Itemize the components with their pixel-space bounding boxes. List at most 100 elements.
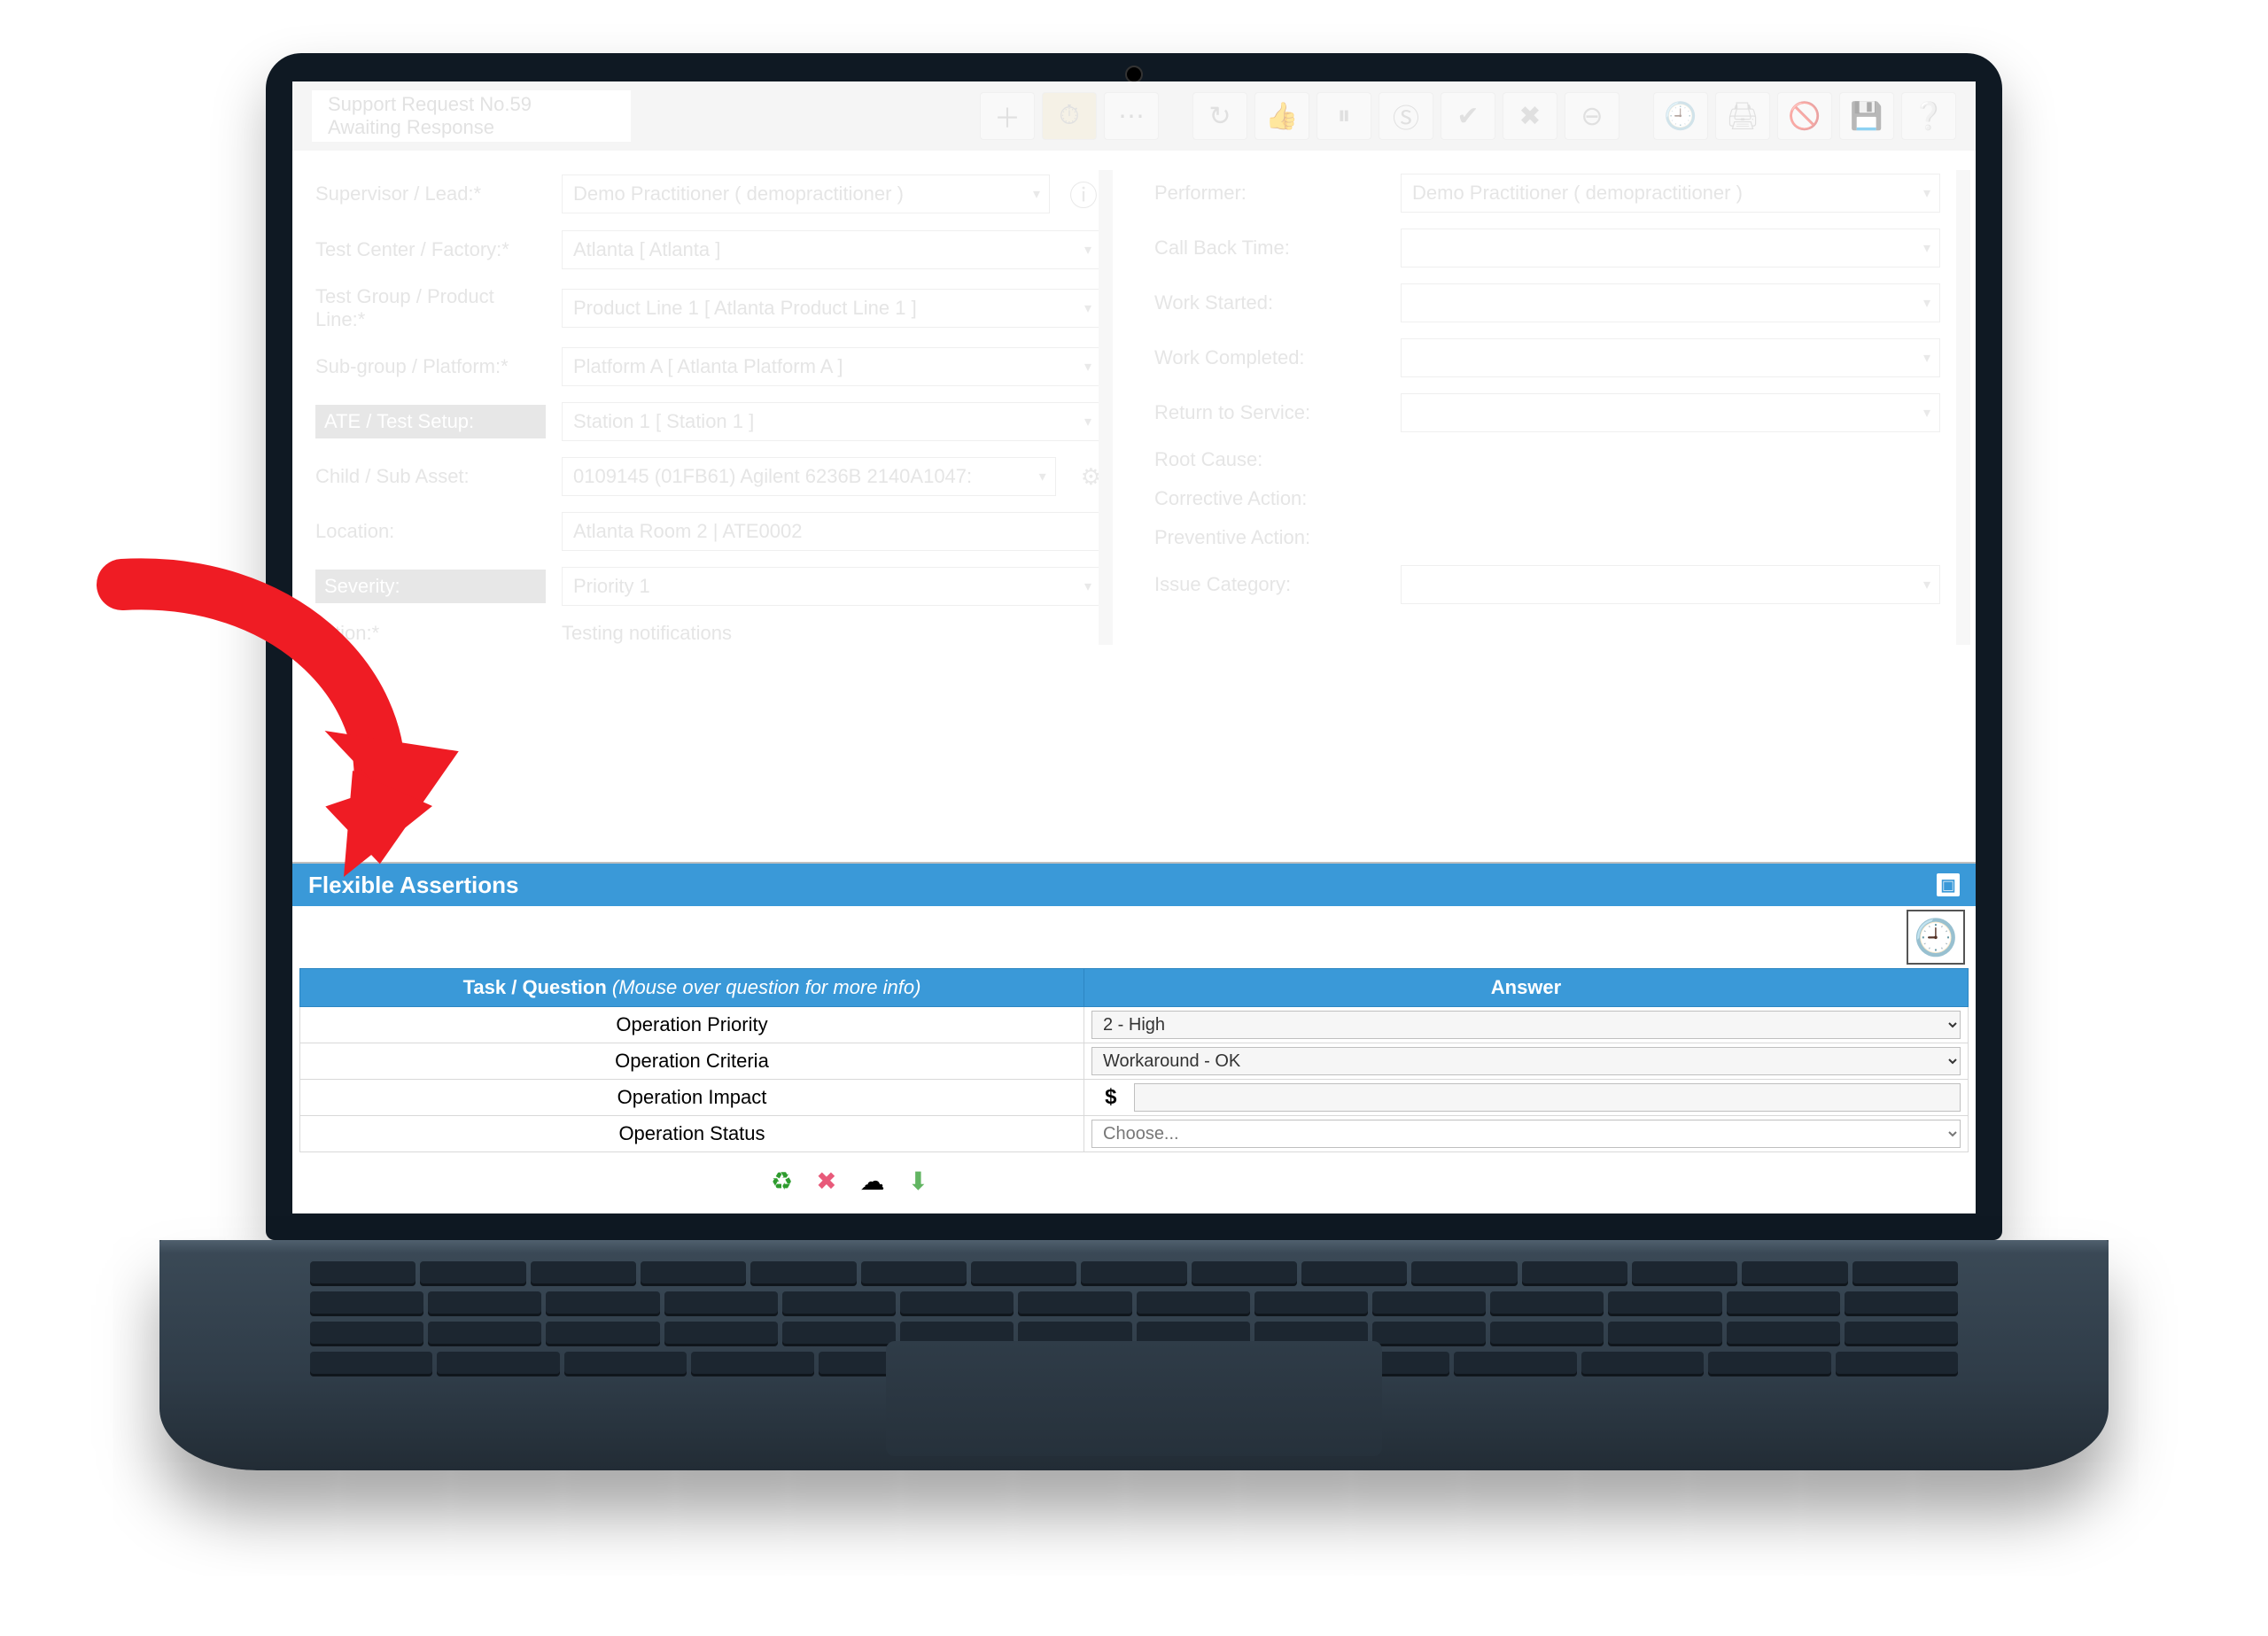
action-upload-icon[interactable]: ☁	[860, 1167, 885, 1196]
field-input[interactable]: Product Line 1 [ Atlanta Product Line 1 …	[562, 289, 1101, 328]
table-row: Operation CriteriaWorkaround - OK	[300, 1043, 1969, 1080]
field-input[interactable]: Station 1 [ Station 1 ]	[562, 402, 1101, 441]
thumbsup-icon[interactable]: 👍	[1254, 92, 1309, 140]
keyboard-key	[1742, 1261, 1847, 1286]
laptop-mockup: Support Request No.59 Awaiting Response …	[266, 53, 2002, 1470]
panel-actions: ♻ ✖ ☁ ⬇	[292, 1152, 1976, 1213]
left-row-5: Child / Sub Asset: 0109145 (01FB61) Agile…	[315, 457, 1101, 496]
help-icon[interactable]: ❔	[1901, 92, 1956, 140]
table-row: Operation Priority2 - High	[300, 1007, 1969, 1043]
field-input[interactable]: Platform A [ Atlanta Platform A ]	[562, 347, 1101, 386]
save-icon[interactable]: 💾	[1839, 92, 1894, 140]
app-screen: Support Request No.59 Awaiting Response …	[292, 81, 1976, 1213]
answer-select[interactable]: Choose...	[1091, 1120, 1961, 1148]
field-label: Location:	[315, 520, 546, 543]
field-input[interactable]: Demo Practitioner ( demopractitioner )	[1401, 174, 1940, 213]
panel-header: Flexible Assertions ▣	[292, 864, 1976, 906]
form-area: Supervisor / Lead:* Demo Practitioner ( d…	[292, 151, 1976, 645]
field-input[interactable]	[1401, 338, 1940, 377]
history-button[interactable]: 🕘	[1907, 910, 1965, 965]
field-label: Child / Sub Asset:	[315, 465, 546, 488]
right-column: Performer: Demo Practitioner ( demopracti…	[1154, 174, 1940, 645]
left-row-8: …tion:*Testing notifications	[315, 622, 1101, 645]
action-download-icon[interactable]: ⬇	[908, 1167, 928, 1196]
action-delete-icon[interactable]: ✖	[816, 1167, 836, 1196]
keyboard-key	[1852, 1261, 1958, 1286]
right-row-6: Corrective Action:	[1154, 487, 1940, 510]
field-input[interactable]	[1401, 565, 1940, 604]
minus-icon[interactable]: ⊖	[1565, 92, 1619, 140]
info-icon[interactable]: ⓘ	[1066, 174, 1101, 214]
more-icon[interactable]: ⋯	[1104, 92, 1159, 140]
field-label: Supervisor / Lead:*	[315, 182, 546, 205]
block-icon[interactable]: 🚫	[1777, 92, 1832, 140]
field-input[interactable]	[1401, 283, 1940, 322]
keyboard-key	[437, 1352, 559, 1376]
keyboard-key	[1845, 1322, 1958, 1346]
keyboard-key	[1581, 1352, 1704, 1376]
keyboard-key	[1372, 1322, 1486, 1346]
print-icon[interactable]: 🖨	[1715, 92, 1770, 140]
field-input[interactable]: Atlanta Room 2 | ATE0002	[562, 512, 1101, 551]
field-label: Corrective Action:	[1154, 487, 1385, 510]
field-input[interactable]: Priority 1	[562, 567, 1101, 606]
keyboard-key	[641, 1261, 746, 1286]
keyboard-key	[420, 1261, 525, 1286]
keyboard-key	[782, 1322, 896, 1346]
keyboard-key	[1845, 1291, 1958, 1316]
right-row-1: Call Back Time:	[1154, 229, 1940, 267]
money-input[interactable]	[1134, 1083, 1961, 1112]
keyboard-key	[310, 1352, 432, 1376]
field-label: Work Started:	[1154, 291, 1385, 314]
keyboard-key	[1836, 1352, 1958, 1376]
plus-icon[interactable]: ＋	[980, 92, 1035, 140]
keyboard-key	[1608, 1291, 1721, 1316]
keyboard-key	[310, 1261, 416, 1286]
left-row-7: Severity:Priority 1	[315, 567, 1101, 606]
left-row-0: Supervisor / Lead:* Demo Practitioner ( d…	[315, 174, 1101, 214]
col-task: Task / Question (Mouse over question for…	[300, 969, 1084, 1007]
field-label: Return to Service:	[1154, 401, 1385, 424]
close-icon[interactable]: ✖	[1503, 92, 1557, 140]
keyboard-key	[861, 1261, 967, 1286]
panel-collapse-icon[interactable]: ▣	[1937, 873, 1960, 896]
panel-title: Flexible Assertions	[308, 872, 518, 899]
keyboard-key	[546, 1322, 659, 1346]
check-icon[interactable]: ✔	[1441, 92, 1495, 140]
scrollbar-left[interactable]	[1099, 170, 1113, 645]
field-label: Issue Category:	[1154, 573, 1385, 596]
field-input[interactable]	[1401, 229, 1940, 267]
right-row-3: Work Completed:	[1154, 338, 1940, 377]
dollar-icon[interactable]: Ⓢ	[1379, 92, 1433, 140]
field-input[interactable]: 0109145 (01FB61) Agilent 6236B 2140A1047…	[562, 457, 1056, 496]
field-label: Performer:	[1154, 182, 1385, 205]
answer-cell: Workaround - OK	[1084, 1043, 1969, 1080]
field-label: Call Back Time:	[1154, 236, 1385, 260]
clock-icon[interactable]: 🕘	[1653, 92, 1708, 140]
answer-select[interactable]: 2 - High	[1091, 1011, 1961, 1039]
left-row-6: Location: Atlanta Room 2 | ATE0002	[315, 512, 1101, 551]
right-row-0: Performer: Demo Practitioner ( demopracti…	[1154, 174, 1940, 213]
answer-cell: 2 - High	[1084, 1007, 1969, 1043]
panel-toolbar: 🕘	[292, 906, 1976, 968]
col-answer: Answer	[1084, 969, 1969, 1007]
action-refresh-icon[interactable]: ♻	[771, 1167, 793, 1196]
right-row-8: Issue Category:	[1154, 565, 1940, 604]
timer-icon[interactable]: ⏱	[1042, 92, 1097, 140]
table-row: Operation Impact$	[300, 1080, 1969, 1116]
table-row: Operation StatusChoose...	[300, 1116, 1969, 1152]
keyboard-key	[1081, 1261, 1186, 1286]
left-row-3: Sub-group / Platform:*Platform A [ Atlan…	[315, 347, 1101, 386]
field-input[interactable]	[1401, 393, 1940, 432]
field-input[interactable]: Demo Practitioner ( demopractitioner )	[562, 174, 1050, 213]
keyboard-key	[1522, 1261, 1627, 1286]
scrollbar-right[interactable]	[1956, 170, 1970, 645]
keyboard-key	[310, 1322, 423, 1346]
refresh-icon[interactable]: ↻	[1192, 92, 1247, 140]
right-row-7: Preventive Action:	[1154, 526, 1940, 549]
answer-select[interactable]: Workaround - OK	[1091, 1047, 1961, 1075]
field-input[interactable]: Atlanta [ Atlanta ]	[562, 230, 1101, 269]
col-answer-label: Answer	[1491, 976, 1561, 998]
pause-icon[interactable]: ⏸	[1317, 92, 1371, 140]
flexible-assertions-panel: Flexible Assertions ▣ 🕘 Task / Question …	[292, 864, 1976, 1213]
